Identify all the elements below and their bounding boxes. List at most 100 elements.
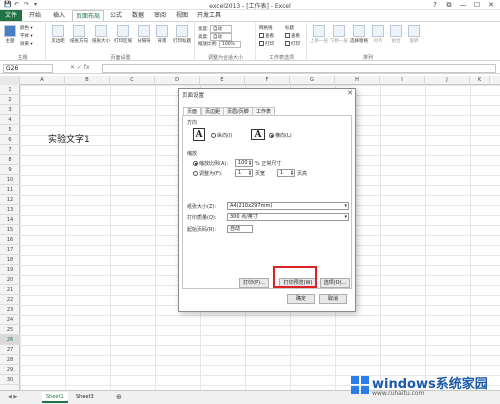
- row-header[interactable]: 16: [0, 235, 20, 245]
- close-icon[interactable]: ✕: [484, 0, 498, 10]
- background-button[interactable]: 背景: [155, 25, 169, 44]
- minimize-icon[interactable]: —: [456, 0, 470, 10]
- row-header[interactable]: 7: [0, 145, 20, 155]
- column-header[interactable]: E: [200, 76, 245, 85]
- ribbon-display-icon[interactable]: ⧉: [442, 0, 456, 10]
- align-button[interactable]: 对齐: [370, 25, 386, 44]
- margins-button[interactable]: 页边距: [49, 25, 67, 44]
- first-page-input[interactable]: 自动: [227, 225, 253, 233]
- pages-tall-input[interactable]: 1 ▲ ▼: [277, 169, 295, 177]
- landscape-radio[interactable]: 横向(L): [269, 132, 292, 139]
- sheet-tab-sheet1[interactable]: Sheet1: [42, 392, 68, 403]
- column-header[interactable]: H: [335, 76, 380, 85]
- row-header[interactable]: 9: [0, 165, 20, 175]
- tab-data[interactable]: 数据: [128, 10, 148, 21]
- effects-button[interactable]: 效果 ▾: [20, 41, 33, 47]
- print-area-button[interactable]: 打印区域: [113, 25, 133, 44]
- tab-page-layout[interactable]: 页面布局: [72, 10, 104, 21]
- pages-wide-input[interactable]: 1 ▲ ▼: [235, 169, 253, 177]
- column-header[interactable]: B: [65, 76, 110, 85]
- row-header[interactable]: 14: [0, 215, 20, 225]
- row-header[interactable]: 1: [0, 85, 20, 95]
- column-header[interactable]: K: [470, 76, 490, 85]
- size-button[interactable]: 纸张大小: [91, 25, 111, 44]
- cancel-button[interactable]: 取消: [319, 294, 347, 304]
- maximize-icon[interactable]: ☐: [470, 0, 484, 10]
- formula-input[interactable]: [102, 64, 496, 73]
- tab-developer[interactable]: 开发工具: [194, 10, 224, 21]
- add-sheet-icon[interactable]: ⊕: [112, 392, 126, 403]
- breaks-button[interactable]: 分隔符: [135, 25, 153, 44]
- row-header[interactable]: 3: [0, 105, 20, 115]
- headings-view-checkbox[interactable]: 查看: [285, 33, 300, 39]
- help-icon[interactable]: ?: [428, 0, 442, 10]
- gridlines-print-checkbox[interactable]: 打印: [259, 41, 274, 47]
- tab-review[interactable]: 审阅: [150, 10, 170, 21]
- row-header[interactable]: 12: [0, 195, 20, 205]
- print-button[interactable]: 打印(P)...: [239, 278, 269, 288]
- ok-button[interactable]: 确定: [287, 294, 315, 304]
- column-header[interactable]: I: [380, 76, 425, 85]
- row-header[interactable]: 21: [0, 285, 20, 295]
- row-header[interactable]: 29: [0, 365, 20, 375]
- sheet-tab-sheet3[interactable]: Sheet3: [72, 392, 98, 403]
- tab-formulas[interactable]: 公式: [106, 10, 126, 21]
- width-select[interactable]: 自动: [209, 25, 232, 33]
- row-header[interactable]: 4: [0, 115, 20, 125]
- scale-input[interactable]: 100%: [218, 41, 241, 48]
- column-header[interactable]: C: [110, 76, 155, 85]
- column-header[interactable]: D: [155, 76, 200, 85]
- row-header[interactable]: 18: [0, 255, 20, 265]
- formula-buttons[interactable]: ✕ ✓ fx: [70, 64, 90, 71]
- row-header[interactable]: 8: [0, 155, 20, 165]
- bring-forward-button[interactable]: 上移一层: [310, 25, 328, 44]
- row-header[interactable]: 26: [0, 335, 20, 345]
- row-header[interactable]: 11: [0, 185, 20, 195]
- tab-file[interactable]: 文件: [0, 10, 22, 21]
- select-all-corner[interactable]: [0, 76, 20, 85]
- row-header[interactable]: 2: [0, 95, 20, 105]
- row-header[interactable]: 25: [0, 325, 20, 335]
- height-select[interactable]: 自动: [209, 33, 232, 41]
- spin-icon[interactable]: ▲ ▼: [248, 170, 252, 176]
- adjust-to-radio[interactable]: 缩放比例(A):: [193, 160, 228, 167]
- cell-b6-text[interactable]: 实验文字1: [48, 132, 90, 145]
- rotate-button[interactable]: 旋转: [406, 25, 422, 44]
- options-button[interactable]: 选项(O)...: [320, 278, 350, 288]
- row-header[interactable]: 13: [0, 205, 20, 215]
- column-header[interactable]: F: [245, 76, 290, 85]
- fonts-button[interactable]: 字体 ▾: [20, 33, 33, 39]
- sheet-nav-icon[interactable]: ◀ ▶: [4, 392, 21, 403]
- portrait-radio[interactable]: 纵向(I): [211, 132, 232, 139]
- adjust-to-input[interactable]: 100 ▲ ▼: [235, 159, 253, 167]
- row-header[interactable]: 27: [0, 345, 20, 355]
- headings-print-checkbox[interactable]: 打印: [285, 41, 300, 47]
- spin-icon[interactable]: ▲ ▼: [248, 160, 252, 166]
- tab-view[interactable]: 视图: [172, 10, 192, 21]
- row-header[interactable]: 24: [0, 315, 20, 325]
- row-header[interactable]: 6: [0, 135, 20, 145]
- column-header[interactable]: A: [20, 76, 65, 85]
- row-header[interactable]: 23: [0, 305, 20, 315]
- paper-size-select[interactable]: A4(210x297mm) ▾: [227, 202, 349, 210]
- fit-to-radio[interactable]: 调整为(F):: [193, 170, 222, 177]
- row-header[interactable]: 28: [0, 355, 20, 365]
- print-titles-button[interactable]: 打印标题: [171, 25, 193, 44]
- colors-button[interactable]: 颜色 ▾: [20, 25, 33, 31]
- name-box[interactable]: G26: [3, 64, 53, 73]
- column-header[interactable]: L: [490, 76, 500, 85]
- column-header[interactable]: J: [425, 76, 470, 85]
- tab-home[interactable]: 开始: [24, 10, 46, 21]
- orientation-button[interactable]: 纸张方向: [69, 25, 89, 44]
- send-backward-button[interactable]: 下移一层: [330, 25, 348, 44]
- group-button[interactable]: 组合: [388, 25, 404, 44]
- row-header[interactable]: 15: [0, 225, 20, 235]
- row-header[interactable]: 17: [0, 245, 20, 255]
- dialog-close-icon[interactable]: ✕: [347, 89, 353, 97]
- spin-icon[interactable]: ▲ ▼: [290, 170, 294, 176]
- row-header[interactable]: 20: [0, 275, 20, 285]
- tab-insert[interactable]: 插入: [48, 10, 70, 21]
- gridlines-view-checkbox[interactable]: 查看: [259, 33, 274, 39]
- selection-pane-button[interactable]: 选择窗格: [350, 25, 368, 44]
- row-header[interactable]: 22: [0, 295, 20, 305]
